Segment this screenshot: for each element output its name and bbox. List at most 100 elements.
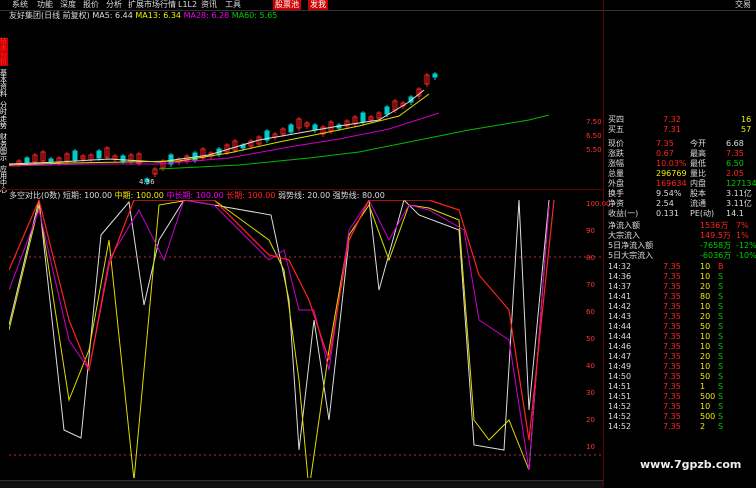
stat-value-2: 2.05	[726, 169, 744, 178]
menu-item-7[interactable]: 资讯	[201, 0, 217, 10]
tick-price: 7.35	[663, 342, 681, 351]
tick-row: 14:52 7.35 10 S	[608, 402, 723, 411]
tick-row: 14:32 7.35 10 B	[608, 262, 724, 271]
tick-time: 14:42	[608, 302, 632, 311]
stat-value-1: 9.54%	[656, 189, 682, 198]
chart-divider	[0, 189, 603, 190]
tick-price: 7.35	[663, 362, 681, 371]
stat-row: 涨跌 0.67 最高 7.35	[608, 149, 744, 158]
tick-volume: 10	[700, 262, 711, 271]
tick-price: 7.35	[663, 332, 681, 341]
candle-body	[384, 106, 390, 115]
menu-item-1[interactable]: 功能	[37, 0, 53, 10]
stat-row: 总量 296769 量比 2.05	[608, 169, 744, 178]
tick-time: 14:47	[608, 352, 632, 361]
stat-label-1: 收益(一)	[608, 209, 639, 218]
indicator-chart[interactable]	[9, 200, 603, 478]
side-tab-basic[interactable]: 基本资料	[0, 70, 8, 98]
candle-body	[72, 150, 78, 161]
stat-label-2: PE(动)	[690, 209, 715, 218]
tick-direction: B	[718, 262, 724, 271]
candle-body	[24, 157, 30, 164]
tick-time: 14:52	[608, 422, 632, 431]
bid-row-4: 买四 7.32 16	[608, 115, 751, 124]
axis-price-2: 6.50	[586, 132, 602, 140]
side-tab-intraday[interactable]: 分时走势	[0, 102, 8, 130]
chart-title: 友好集团(日线 前复权) MA5: 6.44 MA13: 6.34 MA28: …	[9, 11, 277, 21]
tick-time: 14:52	[608, 412, 632, 421]
tick-direction: S	[718, 342, 724, 351]
flow-value: -6036万	[700, 251, 732, 260]
stat-value-2: 3.11亿	[726, 199, 752, 208]
kline-chart[interactable]: 4.36	[9, 22, 603, 188]
tick-direction: S	[718, 392, 724, 401]
stat-value-2: 6.68	[726, 139, 744, 148]
tick-row: 14:42 7.35 10 S	[608, 302, 723, 311]
menu-item-send[interactable]: 发我	[308, 0, 328, 10]
tick-row: 14:36 7.35 10 S	[608, 272, 723, 281]
stat-row: 换手 9.54% 股本 3.11亿	[608, 189, 752, 198]
tick-time: 14:44	[608, 332, 632, 341]
tick-volume: 500	[700, 392, 716, 401]
watermark: www.7gpzb.com	[640, 458, 742, 471]
ma60-line	[158, 114, 550, 170]
stat-label-1: 总量	[608, 169, 624, 178]
stat-row: 净资 2.54 流通 3.11亿	[608, 199, 752, 208]
axis-40: 40	[586, 362, 595, 370]
tick-price: 7.35	[663, 282, 681, 291]
candle-body	[432, 73, 438, 78]
stat-value-2: 127134	[726, 179, 756, 188]
tick-row: 14:50 7.35 50 S	[608, 372, 723, 381]
tick-volume: 10	[700, 332, 711, 341]
tick-price: 7.35	[663, 392, 681, 401]
ma5-label: MA5: 6.44	[92, 11, 133, 20]
axis-10: 10	[586, 443, 595, 451]
mid-line	[9, 200, 550, 478]
tick-row: 14:49 7.35 10 S	[608, 362, 723, 371]
tick-volume: 10	[700, 272, 711, 281]
tick-row: 14:52 7.35 500 S	[608, 412, 723, 421]
tick-direction: S	[718, 372, 724, 381]
menu-item-8[interactable]: 工具	[225, 0, 241, 10]
side-tab-tech[interactable]: 技术分析	[0, 38, 8, 66]
axis-20: 20	[586, 416, 595, 424]
axis-price-3: 5.50	[586, 146, 602, 154]
flow-pct: -10%	[736, 251, 756, 260]
menu-item-6[interactable]: L1L2	[178, 0, 197, 10]
flow-pct: -12%	[736, 241, 756, 250]
tick-direction: S	[718, 322, 724, 331]
tick-time: 14:50	[608, 372, 632, 381]
tick-volume: 20	[700, 282, 711, 291]
tick-row: 14:44 7.35 50 S	[608, 322, 723, 331]
bid-vol: 16	[741, 115, 752, 124]
flow-label: 大宗流入	[608, 231, 640, 240]
menu-item-4[interactable]: 分析	[106, 0, 122, 10]
candle-body	[96, 150, 102, 159]
ind-midlong: 中长期: 100.00	[166, 191, 224, 200]
menu-item-stockpool[interactable]: 股票池	[273, 0, 301, 10]
tick-row: 14:37 7.35 20 S	[608, 282, 723, 291]
tick-volume: 50	[700, 372, 711, 381]
flow-row: 5日大宗流入 -6036万 -10%	[608, 251, 756, 260]
tick-row: 14:41 7.35 80 S	[608, 292, 723, 301]
low-price-label: 4.36	[139, 178, 155, 186]
stat-value-1: 10.03%	[656, 159, 687, 168]
tick-price: 7.35	[663, 302, 681, 311]
flow-row: 大宗流入 149.5万 1%	[608, 231, 749, 240]
axis-60: 60	[586, 308, 595, 316]
tick-volume: 80	[700, 292, 711, 301]
ma28-label: MA28: 6.28	[183, 11, 230, 20]
side-tab-finance[interactable]: 财务图示	[0, 134, 8, 162]
menu-item-3[interactable]: 报价	[83, 0, 99, 10]
menu-item-5[interactable]: 扩展市场行情	[128, 0, 176, 10]
tick-row: 14:52 7.35 2 S	[608, 422, 723, 431]
ind-short: 短期: 100.00	[62, 191, 113, 200]
tick-price: 7.35	[663, 382, 681, 391]
axis-30: 30	[586, 389, 595, 397]
stat-label-1: 换手	[608, 189, 624, 198]
bid-row-5: 买五 7.31 57	[608, 125, 751, 134]
menu-item-0[interactable]: 系统	[12, 0, 28, 10]
menu-item-2[interactable]: 深度	[60, 0, 76, 10]
tick-row: 14:47 7.35 20 S	[608, 352, 723, 361]
tick-price: 7.35	[663, 352, 681, 361]
